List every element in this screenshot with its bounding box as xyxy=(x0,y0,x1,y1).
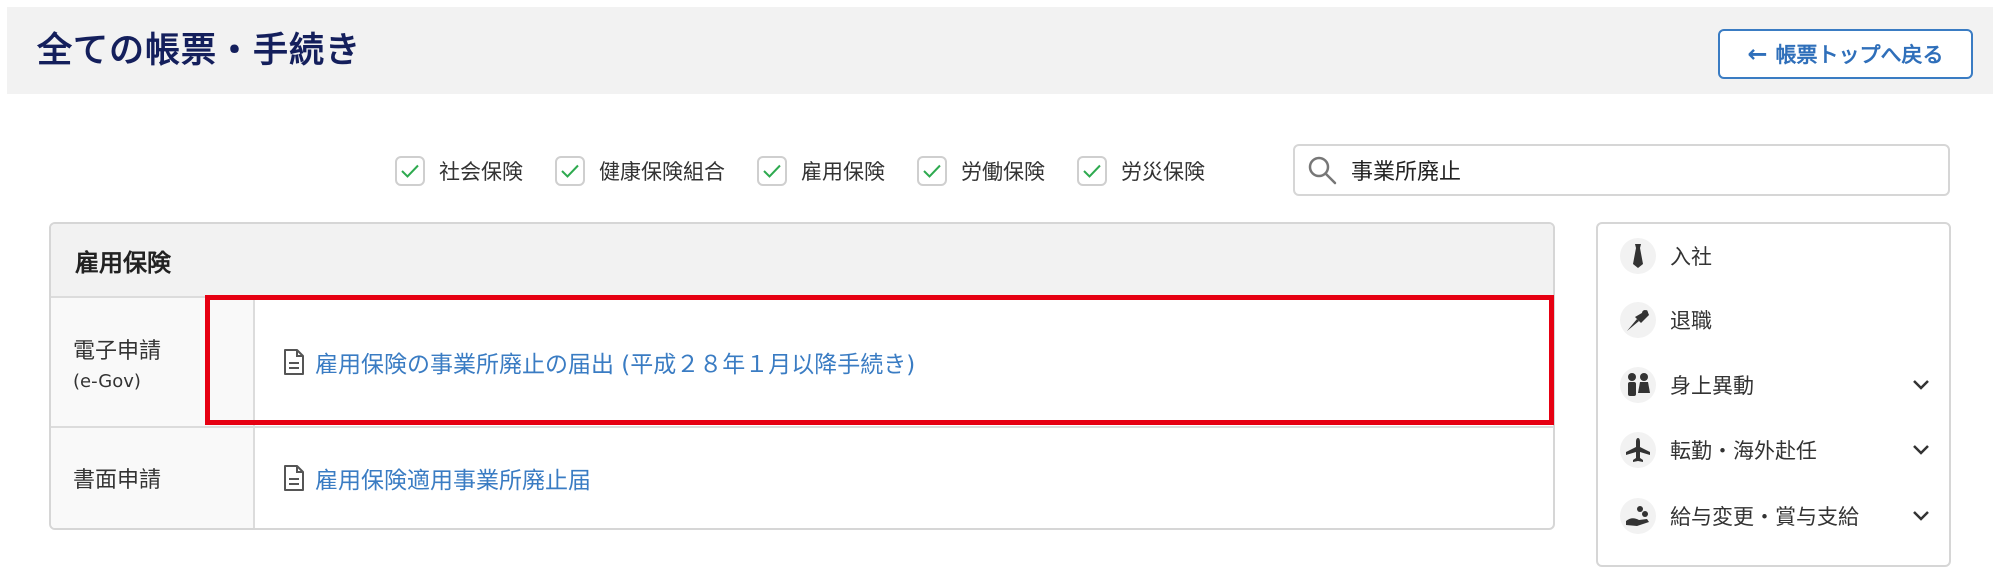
checkbox[interactable] xyxy=(555,156,585,186)
filter-rosai-hoken[interactable]: 労災保険 xyxy=(1077,156,1205,186)
back-to-top-button[interactable]: ← 帳票トップへ戻る xyxy=(1718,29,1973,79)
panel-title: 雇用保険 xyxy=(51,224,1553,298)
filter-label: 雇用保険 xyxy=(801,160,885,184)
checkmark-icon xyxy=(1083,164,1101,178)
checkbox[interactable] xyxy=(917,156,947,186)
row-body: 雇用保険適用事業所廃止届 xyxy=(255,428,1553,528)
checkmark-icon xyxy=(401,164,419,178)
filter-shakai-hoken[interactable]: 社会保険 xyxy=(395,156,523,186)
sidebar-item-nyusha[interactable]: 入社 xyxy=(1598,231,1949,281)
couple-icon xyxy=(1620,367,1656,403)
filter-label: 健康保険組合 xyxy=(599,160,725,184)
filter-kenko-hoken-kumiai[interactable]: 健康保険組合 xyxy=(555,156,725,186)
search-icon xyxy=(1307,155,1337,185)
filter-label: 社会保険 xyxy=(439,160,523,184)
arrow-left-icon: ← xyxy=(1747,40,1768,68)
filter-koyo-hoken[interactable]: 雇用保険 xyxy=(757,156,885,186)
chevron-down-icon xyxy=(1913,380,1929,390)
sidebar-item-label: 転勤・海外赴任 xyxy=(1670,439,1817,463)
result-row-paper: 書面申請 雇用保険適用事業所廃止届 xyxy=(51,428,1553,528)
sidebar-item-shinjo-ido[interactable]: 身上異動 xyxy=(1598,360,1949,410)
document-link[interactable]: 雇用保険適用事業所廃止届 xyxy=(283,461,591,495)
checkbox[interactable] xyxy=(395,156,425,186)
page-title: 全ての帳票・手続き xyxy=(37,31,362,71)
search-box xyxy=(1293,144,1950,196)
chevron-down-icon xyxy=(1913,445,1929,455)
filter-label: 労働保険 xyxy=(961,160,1045,184)
highlight-box xyxy=(205,295,1554,425)
sidebar-item-label: 入社 xyxy=(1670,245,1712,269)
sidebar-item-label: 身上異動 xyxy=(1670,374,1754,398)
row-label-main: 書面申請 xyxy=(73,468,162,493)
money-hand-icon xyxy=(1620,498,1656,534)
sidebar-item-taishoku[interactable]: 退職 xyxy=(1598,295,1949,345)
checkbox[interactable] xyxy=(757,156,787,186)
sidebar-item-label: 給与変更・賞与支給 xyxy=(1670,505,1859,529)
checkmark-icon xyxy=(923,164,941,178)
checkmark-icon xyxy=(763,164,781,178)
filter-rodo-hoken[interactable]: 労働保険 xyxy=(917,156,1045,186)
checkmark-icon xyxy=(561,164,579,178)
document-icon xyxy=(284,465,304,491)
search-input[interactable] xyxy=(1349,156,1913,184)
filter-label: 労災保険 xyxy=(1121,160,1205,184)
row-label: 書面申請 xyxy=(51,428,255,528)
insurance-filters: 社会保険 健康保険組合 雇用保険 労働保険 労災保険 xyxy=(395,151,1237,191)
sidebar-item-label: 退職 xyxy=(1670,309,1712,333)
document-link-label: 雇用保険適用事業所廃止届 xyxy=(315,468,591,494)
page-header: 全ての帳票・手続き ← 帳票トップへ戻る xyxy=(7,7,1993,94)
bouquet-icon xyxy=(1620,302,1656,338)
tie-icon xyxy=(1620,238,1656,274)
back-button-label: 帳票トップへ戻る xyxy=(1775,43,1944,67)
category-sidebar: 入社 退職 身上異動 転勤・海外赴任 給与変更・賞与支給 xyxy=(1596,222,1951,567)
sidebar-item-kyuyo[interactable]: 給与変更・賞与支給 xyxy=(1598,491,1949,541)
chevron-down-icon xyxy=(1913,511,1929,521)
sidebar-item-tenkin[interactable]: 転勤・海外赴任 xyxy=(1598,425,1949,475)
airplane-icon xyxy=(1620,432,1656,468)
checkbox[interactable] xyxy=(1077,156,1107,186)
